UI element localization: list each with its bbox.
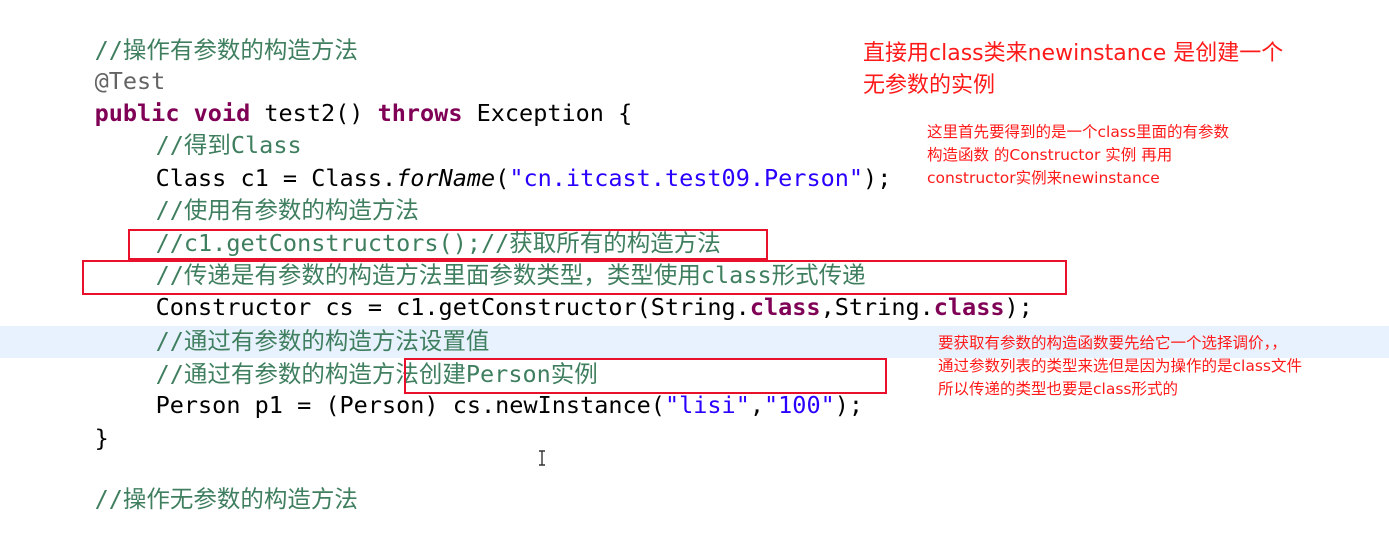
- note-bottom: 要获取有参数的构造函数要先给它一个选择调价，， 通过参数列表的类型来选但是因为操…: [938, 332, 1302, 401]
- keyword-throws: throws: [377, 99, 463, 127]
- code-line-12: Person p1 = (Person) cs.newInstance("lis…: [155, 391, 864, 419]
- keyword-class-2: class: [933, 293, 1005, 321]
- note-top-line1: 直接用class类来newinstance 是创建一个: [863, 41, 1284, 66]
- string-100: "100": [764, 391, 835, 419]
- string-lisi: "lisi": [664, 391, 750, 419]
- comment-no-params: //操作无参数的构造方法: [94, 485, 358, 513]
- note-mid-line3: constructor实例来newinstance: [927, 169, 1160, 187]
- note-middle: 这里首先要得到的是一个class里面的有参数 构造函数 的Constructor…: [927, 121, 1229, 190]
- code-line-11: //通过有参数的构造方法创建Person实例: [99, 326, 598, 388]
- keyword-class-1: class: [749, 293, 821, 321]
- note-bot-line1: 要获取有参数的构造函数要先给它一个选择调价，，: [938, 334, 1287, 352]
- note-mid-line2: 构造函数 的Constructor 实例 再用: [927, 146, 1173, 164]
- code-line-8: //传递是有参数的构造方法里面参数类型，类型使用class形式传递: [155, 261, 866, 289]
- code-line-4: //得到Class: [99, 97, 302, 159]
- code-line-13: }: [38, 390, 109, 452]
- note-bot-line2: 通过参数列表的类型来选但是因为操作的是class文件: [938, 357, 1302, 375]
- note-top: 直接用class类来newinstance 是创建一个 无参数的实例: [863, 38, 1283, 102]
- code-line-2: @Test: [38, 33, 166, 95]
- code-line-10: //通过有参数的构造方法设置值: [99, 293, 490, 355]
- code-line-7: //c1.getConstructors();//获取所有的构造方法: [99, 195, 721, 257]
- method-rest: Exception {: [462, 99, 633, 127]
- closing-brace: }: [94, 424, 109, 452]
- new-instance-call: cs.newInstance(: [452, 391, 665, 419]
- text-cursor-icon: [536, 450, 548, 466]
- code-line-14: //操作无参数的构造方法: [38, 451, 358, 513]
- note-bot-line3: 所以传递的类型也要是class形式的: [938, 380, 1178, 398]
- code-editor[interactable]: //操作有参数的构造方法 @Test public void test2() t…: [0, 0, 1389, 513]
- code-line-5: Class c1 = Class.forName("cn.itcast.test…: [155, 164, 892, 192]
- person-line-start: Person p1 = (Person): [155, 391, 453, 419]
- code-line-3: public void test2() throws Exception {: [38, 65, 633, 127]
- note-mid-line1: 这里首先要得到的是一个class里面的有参数: [927, 123, 1229, 141]
- code-line-9: Constructor cs = c1.getConstructor(Strin…: [155, 293, 1033, 321]
- note-top-line2: 无参数的实例: [863, 73, 996, 98]
- code-line-1: //操作有参数的构造方法: [38, 2, 358, 64]
- class-name-string: "cn.itcast.test09.Person": [509, 164, 864, 192]
- code-line-6: //使用有参数的构造方法: [99, 162, 419, 224]
